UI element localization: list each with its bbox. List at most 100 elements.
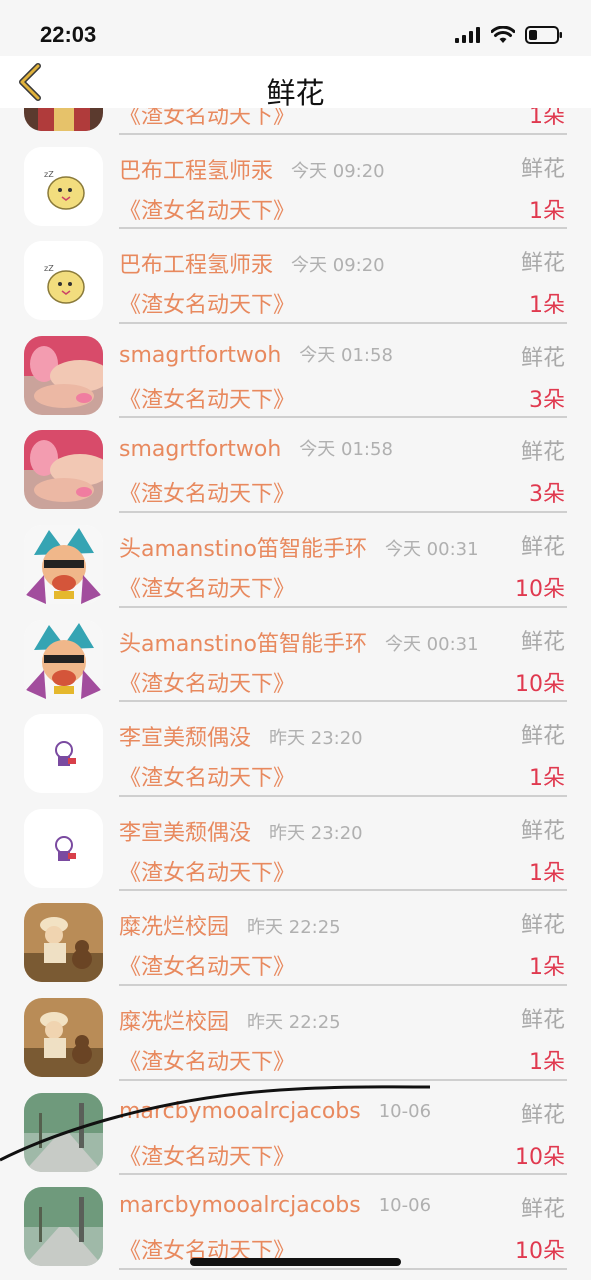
sender-name: smagrtfortwoh 今天 01:58 — [119, 436, 393, 462]
list-item[interactable]: 糜冼烂校园 昨天 22:25 鲜花 《渣女名动天下》 1朵 — [0, 988, 591, 1083]
sender-name: marcbymooalrcjacobs 10-06 — [119, 1099, 431, 1124]
sender-name: 头amanstino笛智能手环 今天 00:31 — [119, 531, 479, 563]
book-title-link[interactable]: 《渣女名动天下》 — [119, 382, 295, 414]
status-time: 22:03 — [40, 22, 97, 47]
list-item[interactable]: smagrtfortwoh 今天 01:58 鲜花《渣女名动天下》 3朵 — [0, 420, 591, 515]
divider — [119, 510, 567, 513]
avatar-tiny-character[interactable] — [24, 714, 103, 794]
sender-name: 李宣美颓偶没 昨天 23:20 — [119, 815, 363, 847]
gift-list[interactable]: 《渣女名动天下》 1朵 zZ 巴布工程氢师汞 今天 09:20 鲜花 《渣女名动天下》 1朵 z… — [0, 108, 591, 1280]
sender-name: 李宣美颓偶没 昨天 23:20 — [119, 720, 363, 752]
avatar-pink-nails[interactable] — [24, 430, 103, 510]
status-bar: 22:03 — [0, 0, 591, 56]
book-title-link[interactable]: 《渣女名动天下》 — [119, 855, 295, 887]
book-title-link[interactable]: 《渣女名动天下》 — [119, 666, 295, 698]
divider — [119, 889, 567, 892]
book-title-link[interactable]: 《渣女名动天下》 — [119, 760, 295, 792]
book-title-link[interactable]: 《渣女名动天下》 — [119, 476, 295, 508]
list-item[interactable]: 头amanstino笛智能手环 今天 00:31 鲜花《渣女名动天下》 10朵 — [0, 610, 591, 705]
avatar-street-photo[interactable] — [24, 1187, 103, 1267]
sender-name: 糜冼烂校园 昨天 22:25 — [119, 909, 341, 941]
avatar-yellow-chick[interactable]: zZ — [24, 146, 103, 226]
list-item[interactable]: 李宣美颓偶没 昨天 23:20 鲜花《渣女名动天下》 1朵 — [0, 799, 591, 894]
flower-count: 10朵 — [515, 1239, 565, 1265]
gift-time: 10-06 — [378, 1100, 432, 1122]
gift-time: 昨天 22:25 — [247, 917, 341, 939]
book-title-link[interactable]: 《渣女名动天下》 — [119, 1044, 295, 1076]
sender-name: smagrtfortwoh 今天 01:58 — [119, 342, 393, 368]
sender-name-text: smagrtfortwoh — [119, 437, 282, 463]
book-title-link[interactable]: 《渣女名动天下》 — [119, 1139, 295, 1171]
list-item[interactable]: 头amanstino笛智能手环 今天 00:31 鲜花 《渣女名动天下》 10朵 — [0, 515, 591, 610]
divider — [119, 983, 567, 986]
flower-count: 1朵 — [529, 955, 565, 981]
battery-icon — [525, 26, 562, 44]
gift-type: 鲜花 — [520, 345, 565, 371]
gift-type: 鲜花 — [520, 818, 565, 844]
book-title-link[interactable]: 《渣女名动天下》 — [119, 949, 295, 981]
divider — [119, 416, 567, 419]
divider — [119, 1078, 567, 1081]
book-title-link[interactable]: 《渣女名动天下》 — [119, 571, 295, 603]
list-item[interactable]: marcbymooalrcjacobs 10-06 鲜花 《渣女名动天下》 10朵 — [0, 1083, 591, 1178]
gift-type: 鲜花 — [520, 629, 565, 655]
list-item[interactable]: 李宣美颓偶没 昨天 23:20 鲜花 《渣女名动天下》 1朵 — [0, 704, 591, 799]
sender-name: 头amanstino笛智能手环 今天 00:31 — [119, 626, 479, 658]
sender-name: 巴布工程氢师汞 今天 09:20 — [119, 153, 385, 185]
sender-name: marcbymooalrcjacobs 10-06 — [119, 1193, 431, 1218]
sender-name-text: marcbymooalrcjacobs — [119, 1098, 361, 1124]
gift-type: 鲜花 — [520, 440, 565, 466]
gift-type: 鲜花 — [520, 251, 565, 277]
avatar-cartoon-face[interactable] — [24, 524, 103, 604]
avatar-yellow-chick[interactable]: zZ — [24, 241, 103, 321]
svg-text:zZ: zZ — [44, 170, 54, 179]
divider — [119, 321, 567, 324]
book-title-link[interactable]: 《渣女名动天下》 — [119, 287, 295, 319]
gift-time: 昨天 23:20 — [269, 822, 363, 844]
divider — [119, 700, 567, 703]
nav-bar: 鲜花 — [0, 56, 591, 110]
sender-name-text: smagrtfortwoh — [119, 342, 282, 368]
status-icons — [455, 24, 563, 46]
sender-name: 糜冼烂校园 昨天 22:25 — [119, 1004, 341, 1036]
list-item[interactable]: zZ 巴布工程氢师汞 今天 09:20 鲜花 《渣女名动天下》 1朵 — [0, 137, 591, 232]
sender-name-text: 头amanstino笛智能手环 — [119, 536, 367, 562]
sender-name-text: 糜冼烂校园 — [119, 915, 230, 941]
sender-name-text: 头amanstino笛智能手环 — [119, 631, 367, 657]
gift-time: 10-06 — [378, 1195, 432, 1217]
sender-name-text: 巴布工程氢师汞 — [119, 253, 274, 279]
gift-time: 今天 01:58 — [299, 344, 393, 366]
flower-count: 3朵 — [529, 482, 565, 508]
avatar-vintage-photo[interactable] — [24, 903, 103, 983]
list-item[interactable]: zZ 巴布工程氢师汞 今天 09:20 鲜花《渣女名动天下》 1朵 — [0, 231, 591, 326]
sender-name-text: 巴布工程氢师汞 — [119, 158, 274, 184]
gift-time: 今天 09:20 — [291, 255, 385, 277]
divider — [119, 605, 567, 608]
flower-count: 1朵 — [529, 1049, 565, 1075]
flower-count: 1朵 — [529, 860, 565, 886]
list-item[interactable]: smagrtfortwoh 今天 01:58 鲜花 《渣女名动天下》 3朵 — [0, 326, 591, 421]
gift-time: 今天 09:20 — [291, 160, 385, 182]
gift-time: 昨天 23:20 — [269, 728, 363, 750]
wifi-icon — [491, 26, 515, 43]
divider — [119, 132, 567, 135]
gift-type: 鲜花 — [520, 534, 565, 560]
divider — [119, 227, 567, 230]
book-title-link[interactable]: 《渣女名动天下》 — [119, 193, 295, 225]
sender-name-text: 李宣美颓偶没 — [119, 820, 252, 846]
cellular-signal-icon — [455, 27, 480, 43]
flower-count: 10朵 — [515, 671, 565, 697]
divider — [119, 794, 567, 797]
avatar-street-photo[interactable] — [24, 1092, 103, 1172]
list-item[interactable]: 糜冼烂校园 昨天 22:25 鲜花 《渣女名动天下》 1朵 — [0, 893, 591, 988]
sender-name-text: 李宣美颓偶没 — [119, 726, 252, 752]
avatar-tiny-character[interactable] — [24, 808, 103, 888]
gift-time: 今天 01:58 — [299, 439, 393, 461]
avatar-cartoon-face[interactable] — [24, 619, 103, 699]
gift-time: 昨天 22:25 — [247, 1011, 341, 1033]
list-item[interactable]: 《渣女名动天下》 1朵 — [0, 108, 591, 137]
sender-name-text: marcbymooalrcjacobs — [119, 1193, 361, 1219]
avatar-vintage-photo[interactable] — [24, 997, 103, 1077]
avatar-pink-nails[interactable] — [24, 335, 103, 415]
flower-count: 1朵 — [529, 293, 565, 319]
